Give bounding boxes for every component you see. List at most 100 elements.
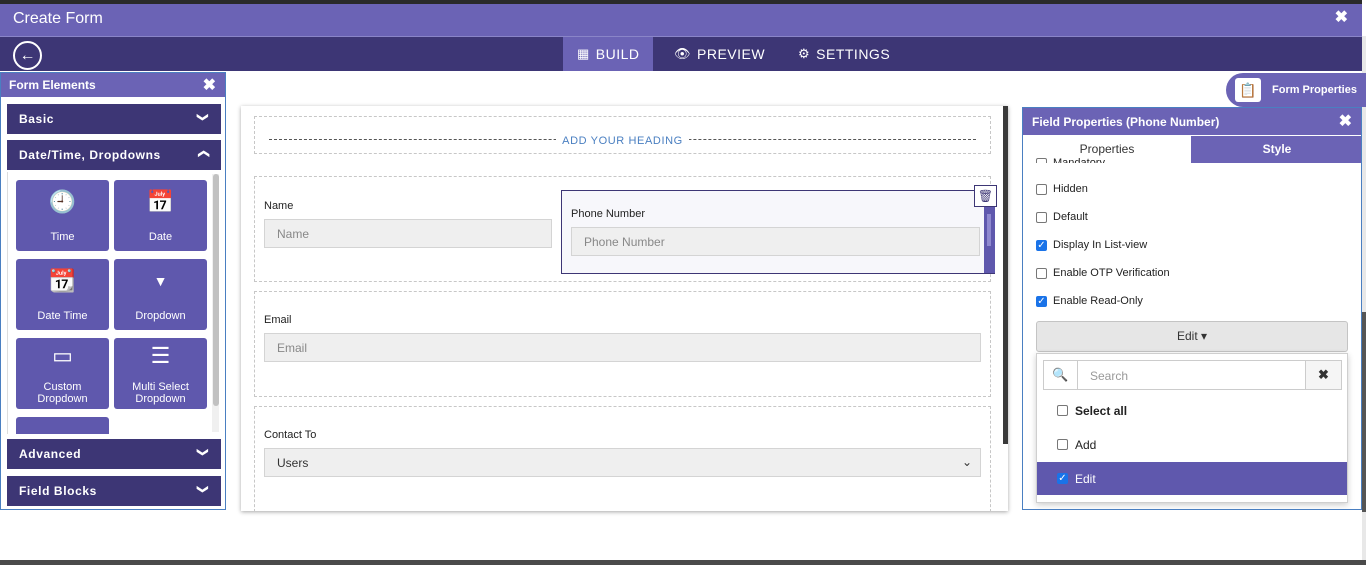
tile-date-time[interactable]: 📆 Date Time xyxy=(16,259,109,330)
chevron-down-icon: ⌄ xyxy=(961,455,972,469)
tab-preview[interactable]: 👁 PREVIEW xyxy=(660,37,779,71)
section-datetime-label: Date/Time, Dropdowns xyxy=(19,148,161,162)
tab-build-label: BUILD xyxy=(595,46,640,62)
option-display-list-view-label: Display In List-view xyxy=(1053,239,1148,251)
tile-date-time-label: Date Time xyxy=(37,310,88,322)
tab-settings[interactable]: ⚙ SETTINGS xyxy=(784,37,904,71)
form-properties-button[interactable]: 📋 Form Properties xyxy=(1226,73,1366,107)
tiles-scrollbar-thumb[interactable] xyxy=(213,174,219,406)
chevron-up-icon: ❯ xyxy=(197,148,210,159)
canvas-scrollbar[interactable] xyxy=(1003,106,1008,444)
heading-section[interactable]: ADD YOUR HEADING xyxy=(254,116,991,154)
checkbox-read-only[interactable]: ✓ xyxy=(1036,295,1047,307)
contact-select-value: Users xyxy=(277,456,309,470)
form-properties-label: Form Properties xyxy=(1272,84,1357,96)
option-otp-verification-label: Enable OTP Verification xyxy=(1053,267,1170,279)
option-display-list-view[interactable]: ✓ Display In List-view xyxy=(1036,239,1147,251)
window-title: Create Form xyxy=(13,10,103,27)
tile-dropdown[interactable]: ▼ Dropdown xyxy=(114,259,207,330)
option-hidden[interactable]: Hidden xyxy=(1036,183,1088,195)
option-hidden-label: Hidden xyxy=(1053,183,1088,195)
option-otp-verification[interactable]: Enable OTP Verification xyxy=(1036,267,1170,279)
tile-multi-select-dropdown[interactable]: ☰ Multi Select Dropdown xyxy=(114,338,207,409)
section-basic[interactable]: Basic ❯ xyxy=(7,104,221,134)
close-icon[interactable]: ✖ xyxy=(203,75,216,95)
clock-icon: 🕘 xyxy=(48,189,77,214)
form-elements-header: Form Elements ✖ xyxy=(1,73,225,97)
tile-dropdown-label: Dropdown xyxy=(135,310,186,322)
build-grid-icon: ▦ xyxy=(577,46,590,61)
option-read-only[interactable]: ✓ Enable Read-Only xyxy=(1036,295,1143,307)
tab-preview-label: PREVIEW xyxy=(697,46,766,62)
checkbox-otp-verification[interactable] xyxy=(1036,267,1047,279)
form-elements-panel: Form Elements ✖ Basic ❯ Date/Time, Dropd… xyxy=(0,72,226,510)
close-icon[interactable]: ✖ xyxy=(1339,111,1352,131)
elements-tile-list: 🕘 Time 📅 Date 📆 Date Time ▼ Dropdown ▭ C… xyxy=(7,172,221,434)
heading-placeholder[interactable]: ADD YOUR HEADING xyxy=(255,131,990,149)
multi-select-icon: ☰ xyxy=(150,343,171,368)
dropdown-item-edit[interactable]: ✓ Edit xyxy=(1037,462,1347,495)
dropdown-item-select-all[interactable]: Select all xyxy=(1037,394,1347,427)
permissions-dropdown-button[interactable]: Edit ▾ xyxy=(1036,321,1348,352)
checkbox-default[interactable] xyxy=(1036,211,1047,223)
chevron-down-icon: ❯ xyxy=(196,447,209,458)
add-label: Add xyxy=(1075,437,1097,452)
calendar-icon: 📅 xyxy=(146,189,175,214)
phone-label: Phone Number xyxy=(571,208,645,220)
tile-time-label: Time xyxy=(50,231,75,243)
search-input[interactable]: Search xyxy=(1090,369,1128,383)
checkbox-edit[interactable]: ✓ xyxy=(1057,473,1068,484)
edit-label: Edit xyxy=(1075,471,1096,486)
option-read-only-label: Enable Read-Only xyxy=(1053,295,1143,307)
calendar-clock-icon: 📆 xyxy=(48,268,77,293)
chevron-down-icon: ❯ xyxy=(196,112,209,123)
window-title-bar: Create Form ✖ xyxy=(0,0,1362,36)
form-canvas: ADD YOUR HEADING Name Name Email Email C… xyxy=(241,106,1008,511)
chevron-down-icon: ❯ xyxy=(196,484,209,495)
tile-partial[interactable] xyxy=(16,417,109,434)
phone-field-scrollbar-thumb[interactable] xyxy=(987,214,991,246)
gear-icon: ⚙ xyxy=(798,46,811,61)
section-advanced-label: Advanced xyxy=(19,447,82,461)
option-default[interactable]: Default xyxy=(1036,211,1088,223)
eye-icon: 👁 xyxy=(674,46,692,61)
tile-time[interactable]: 🕘 Time xyxy=(16,180,109,251)
heading-text: ADD YOUR HEADING xyxy=(556,135,689,147)
checkbox-hidden[interactable] xyxy=(1036,183,1047,195)
custom-dropdown-icon: ▭ xyxy=(52,343,73,368)
tab-build[interactable]: ▦ BUILD xyxy=(563,37,653,71)
contact-select[interactable]: Users ⌄ xyxy=(264,448,981,477)
checkbox-select-all[interactable] xyxy=(1057,405,1068,416)
trash-icon[interactable]: 🗑 xyxy=(974,185,997,207)
page-scrollbar[interactable] xyxy=(1362,36,1366,565)
tile-date[interactable]: 📅 Date xyxy=(114,180,207,251)
section-advanced[interactable]: Advanced ❯ xyxy=(7,439,221,469)
page-scrollbar-thumb[interactable] xyxy=(1362,312,1366,512)
checkbox-add[interactable] xyxy=(1057,439,1068,450)
back-arrow-icon[interactable]: ← xyxy=(13,41,42,70)
dropdown-item-add[interactable]: Add xyxy=(1037,428,1347,461)
email-input[interactable]: Email xyxy=(264,333,981,362)
field-properties-title: Field Properties (Phone Number) xyxy=(1032,115,1220,129)
contact-label: Contact To xyxy=(264,429,317,441)
mandatory-mask xyxy=(1023,163,1361,172)
tile-custom-dropdown[interactable]: ▭ Custom Dropdown xyxy=(16,338,109,409)
bottom-border xyxy=(0,560,1366,565)
tile-custom-dropdown-label: Custom Dropdown xyxy=(37,381,88,405)
name-input[interactable]: Name xyxy=(264,219,552,248)
email-label: Email xyxy=(264,314,292,326)
section-datetime-dropdowns[interactable]: Date/Time, Dropdowns ❯ xyxy=(7,140,221,170)
window-close-icon[interactable]: ✖ xyxy=(1335,7,1348,27)
checkbox-display-list-view[interactable]: ✓ xyxy=(1036,239,1047,251)
phone-field-scrollbar[interactable] xyxy=(984,206,995,273)
form-properties-icon: 📋 xyxy=(1235,78,1261,102)
phone-field-selected[interactable]: Phone Number Phone Number xyxy=(561,190,995,274)
dropdown-search-box: 🔍 Search ✖ xyxy=(1043,360,1342,390)
clear-search-icon[interactable]: ✖ xyxy=(1305,361,1341,389)
tab-style[interactable]: Style xyxy=(1191,136,1361,163)
tiles-scrollbar[interactable] xyxy=(212,174,219,432)
builder-nav-bar: ← ▦ BUILD 👁 PREVIEW ⚙ SETTINGS xyxy=(0,36,1362,71)
phone-input[interactable]: Phone Number xyxy=(571,227,980,256)
section-field-blocks[interactable]: Field Blocks ❯ xyxy=(7,476,221,506)
section-field-blocks-label: Field Blocks xyxy=(19,484,97,498)
